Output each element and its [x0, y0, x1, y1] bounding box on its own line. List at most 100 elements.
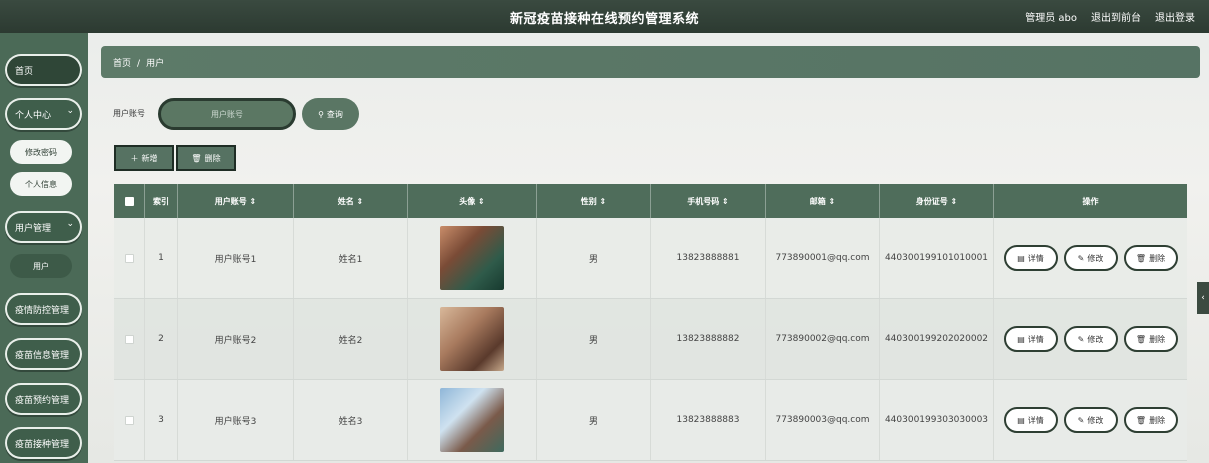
chevron-down-icon: ⌄	[66, 106, 74, 116]
delete-label: 删除	[1149, 253, 1166, 263]
edit-button[interactable]: ✎ 修改	[1063, 245, 1118, 271]
exit-to-frontend-link[interactable]: 退出到前台	[1091, 9, 1141, 24]
row-actions: ▤ 详情 ✎ 修改 🗑 删除	[994, 380, 1187, 460]
row-name: 姓名2	[294, 299, 408, 379]
delete-button[interactable]: 🗑 删除	[1123, 407, 1178, 433]
collapse-toggle-button[interactable]: ‹	[1197, 282, 1209, 314]
breadcrumb-home[interactable]: 首页	[113, 59, 131, 69]
detail-button[interactable]: ▤ 详情	[1003, 245, 1058, 271]
row-account: 用户账号2	[178, 299, 294, 379]
query-button-label: 查询	[326, 109, 343, 119]
row-account: 用户账号3	[178, 380, 294, 460]
edit-button[interactable]: ✎ 修改	[1063, 326, 1118, 352]
header-index: 索引	[145, 184, 178, 218]
pencil-icon: ✎	[1077, 253, 1085, 263]
sidebar-item-vaccine-injection[interactable]: 疫苗接种管理	[5, 427, 82, 459]
row-select-cell	[114, 380, 145, 460]
avatar[interactable]	[440, 307, 504, 371]
detail-label: 详情	[1027, 334, 1044, 344]
sidebar-item-label: 个人中心	[15, 110, 52, 121]
sidebar-item-epidemic-control[interactable]: 疫情防控管理	[5, 293, 82, 325]
document-icon: ▤	[1017, 253, 1025, 263]
row-avatar-cell	[408, 299, 537, 379]
search-input[interactable]	[158, 98, 296, 130]
sidebar-item-personal-info[interactable]: 个人信息	[10, 172, 72, 196]
breadcrumb-current: 用户	[146, 59, 165, 69]
header-gender[interactable]: 性别 ⇕	[537, 184, 651, 218]
header-actions: 操作	[1082, 196, 1099, 206]
row-email: 773890001@qq.com	[766, 218, 880, 298]
row-email: 773890002@qq.com	[766, 299, 880, 379]
row-index: 3	[145, 380, 178, 460]
row-actions: ▤ 详情 ✎ 修改 🗑 删除	[994, 299, 1187, 379]
pencil-icon: ✎	[1077, 334, 1085, 344]
row-checkbox[interactable]	[124, 415, 134, 425]
sidebar-item-label: 个人信息	[25, 179, 57, 189]
header-account[interactable]: 用户账号 ⇕	[178, 184, 294, 218]
header-phone[interactable]: 手机号码 ⇕	[651, 184, 766, 218]
row-id-number: 440300199202020002	[880, 299, 994, 379]
sidebar-item-users[interactable]: 用户	[10, 254, 72, 278]
sidebar-item-user-management[interactable]: 用户管理 ⌄	[5, 211, 82, 243]
pencil-icon: ✎	[1077, 415, 1085, 425]
trash-icon: 🗑	[1135, 334, 1147, 344]
row-index: 2	[145, 299, 178, 379]
header-email[interactable]: 邮箱 ⇕	[766, 184, 880, 218]
sidebar-item-label: 用户管理	[15, 223, 52, 234]
delete-button[interactable]: 🗑 删除	[1123, 326, 1178, 352]
sidebar-item-vaccine-info[interactable]: 疫苗信息管理	[5, 338, 82, 370]
add-button-label: 新增	[141, 153, 158, 163]
edit-button[interactable]: ✎ 修改	[1063, 407, 1118, 433]
table-row: 3 用户账号3 姓名3 男 13823888883 773890003@qq.c…	[114, 380, 1187, 461]
delete-button[interactable]: 🗑 删除	[1123, 245, 1178, 271]
edit-label: 修改	[1087, 334, 1104, 344]
row-phone: 13823888881	[651, 218, 766, 298]
sidebar-item-change-password[interactable]: 修改密码	[10, 140, 72, 164]
sidebar: 首页 个人中心 ⌄ 修改密码 个人信息 用户管理 ⌄ 用户 疫情防控管理 疫苗信息管…	[0, 33, 88, 463]
row-id-number: 440300199303030003	[880, 380, 994, 460]
row-phone: 13823888882	[651, 299, 766, 379]
row-email: 773890003@qq.com	[766, 380, 880, 460]
detail-button[interactable]: ▤ 详情	[1003, 326, 1058, 352]
batch-delete-button[interactable]: 🗑 删除	[176, 145, 236, 171]
select-all-checkbox[interactable]	[124, 196, 134, 206]
detail-button[interactable]: ▤ 详情	[1003, 407, 1058, 433]
batch-delete-label: 删除	[204, 153, 221, 163]
row-checkbox[interactable]	[124, 334, 134, 344]
row-name: 姓名1	[294, 218, 408, 298]
row-index: 1	[145, 218, 178, 298]
sidebar-item-personal-center[interactable]: 个人中心 ⌄	[5, 98, 82, 130]
header-avatar[interactable]: 头像 ⇕	[408, 184, 537, 218]
top-header: 新冠疫苗接种在线预约管理系统 管理员 abo 退出到前台 退出登录	[0, 0, 1209, 33]
edit-label: 修改	[1087, 253, 1104, 263]
detail-label: 详情	[1027, 415, 1044, 425]
header-name[interactable]: 姓名 ⇕	[294, 184, 408, 218]
row-select-cell	[114, 218, 145, 298]
table-body: 1 用户账号1 姓名1 男 13823888881 773890001@qq.c…	[114, 218, 1187, 461]
trash-icon: 🗑	[191, 153, 202, 163]
sidebar-item-label: 修改密码	[25, 147, 57, 157]
row-select-cell	[114, 299, 145, 379]
row-gender: 男	[537, 299, 651, 379]
row-checkbox[interactable]	[124, 253, 134, 263]
logout-link[interactable]: 退出登录	[1155, 9, 1195, 24]
sidebar-item-label: 疫苗信息管理	[15, 350, 70, 361]
users-table: 索引 用户账号 ⇕ 姓名 ⇕ 头像 ⇕ 性别 ⇕ 手机号码 ⇕ 邮箱 ⇕ 身份证…	[114, 184, 1187, 461]
edit-label: 修改	[1087, 415, 1104, 425]
chevron-left-icon: ‹	[1201, 293, 1205, 303]
table-row: 2 用户账号2 姓名2 男 13823888882 773890002@qq.c…	[114, 299, 1187, 380]
sidebar-item-home[interactable]: 首页	[5, 54, 82, 86]
query-button[interactable]: ⚲ 查询	[302, 98, 359, 130]
add-button[interactable]: ＋新增	[114, 145, 174, 171]
sidebar-item-label: 疫苗接种管理	[15, 439, 70, 450]
sidebar-item-label: 疫情防控管理	[15, 305, 70, 316]
row-gender: 男	[537, 380, 651, 460]
sidebar-item-vaccine-booking[interactable]: 疫苗预约管理	[5, 383, 82, 415]
avatar[interactable]	[440, 226, 504, 290]
avatar[interactable]	[440, 388, 504, 452]
breadcrumb-separator: /	[137, 59, 141, 69]
header-id-number[interactable]: 身份证号 ⇕	[880, 184, 994, 218]
header-actions: 管理员 abo 退出到前台 退出登录	[1025, 9, 1195, 24]
document-icon: ▤	[1017, 334, 1025, 344]
row-id-number: 440300199101010001	[880, 218, 994, 298]
